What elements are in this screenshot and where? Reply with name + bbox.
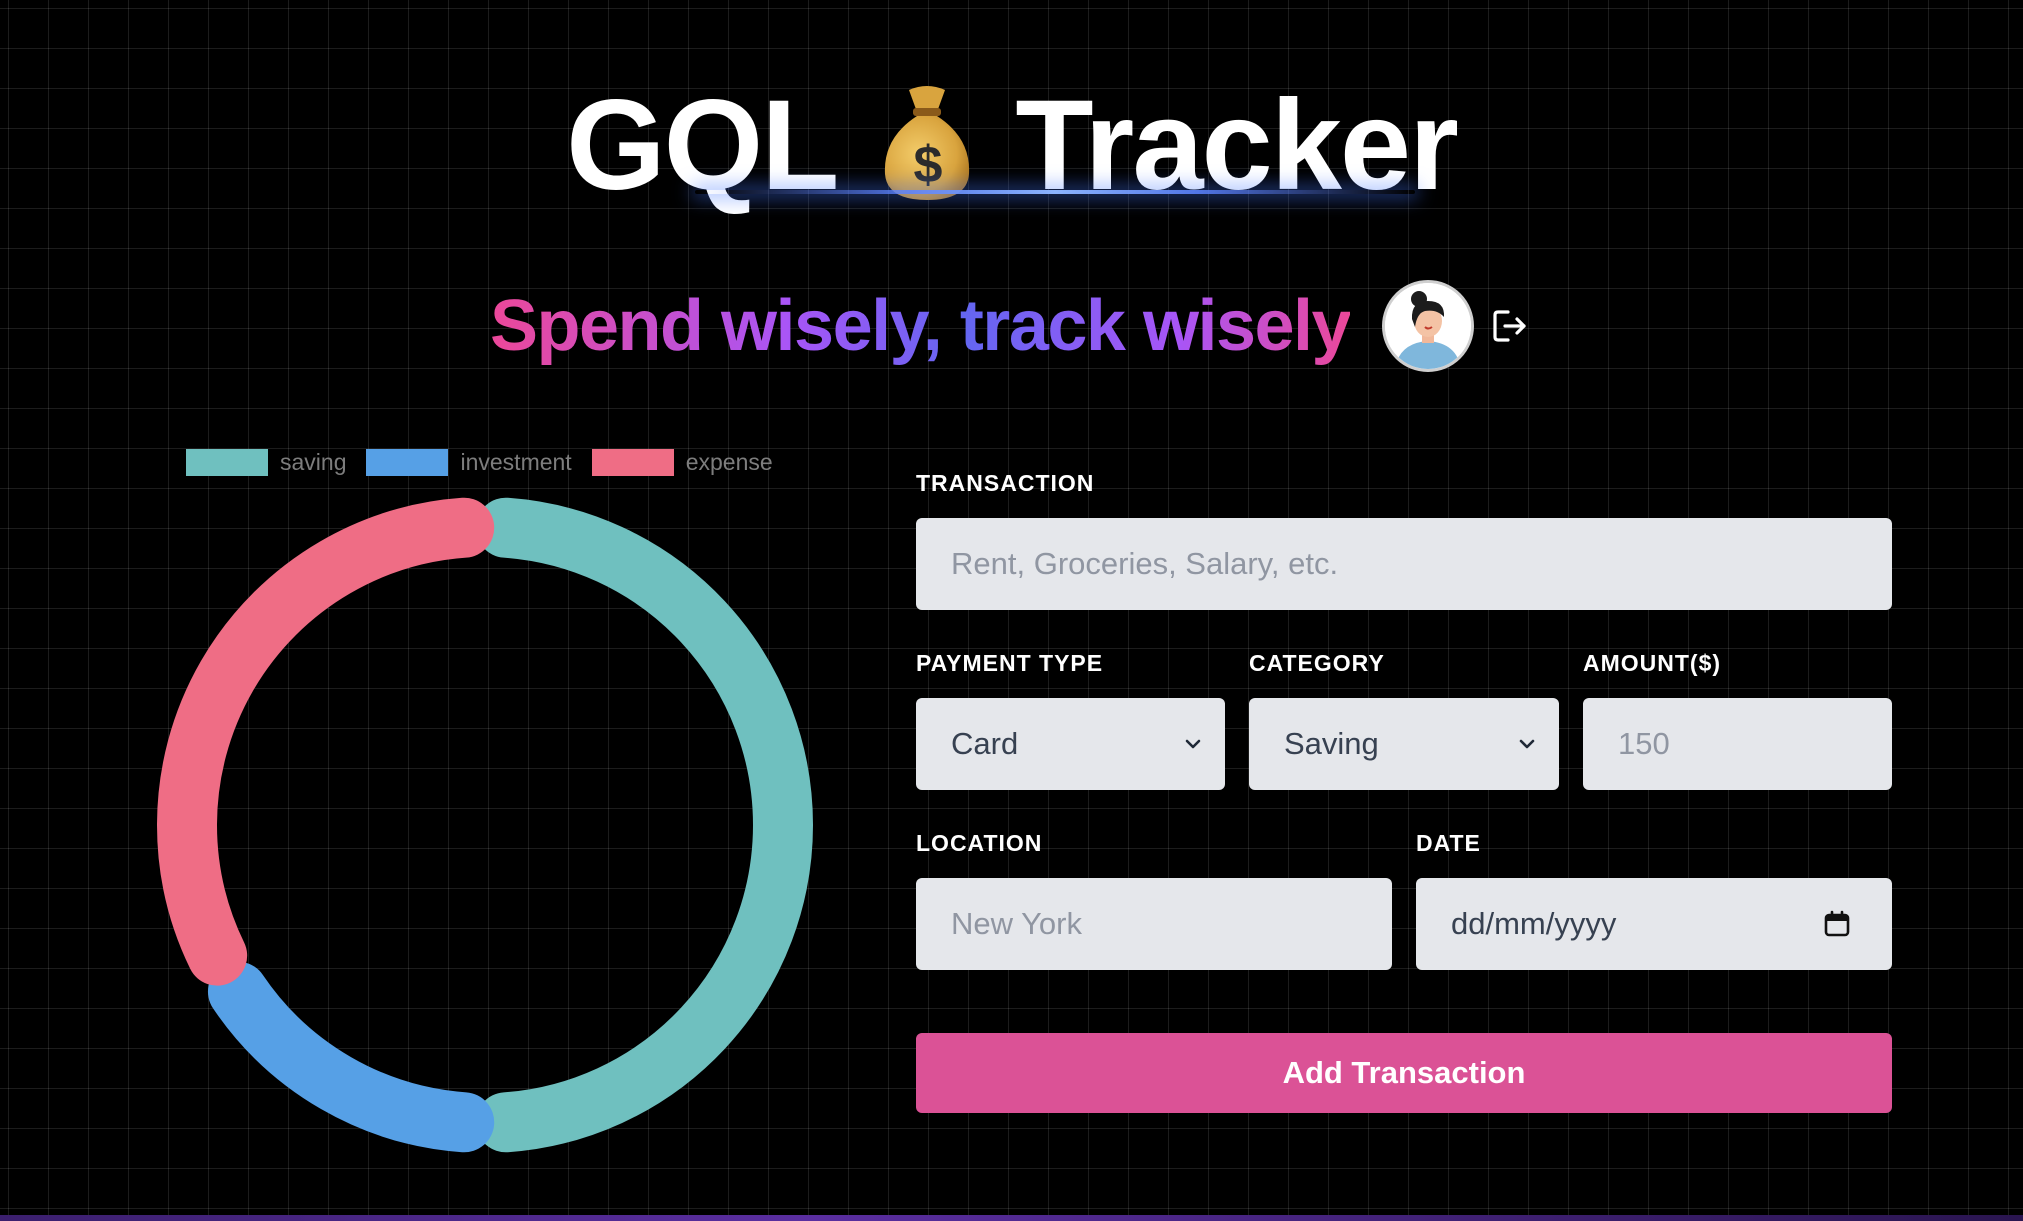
location-input[interactable]: New York bbox=[916, 878, 1392, 970]
legend-item-saving[interactable]: saving bbox=[186, 449, 346, 476]
legend-item-expense[interactable]: expense bbox=[591, 449, 773, 476]
avatar-icon bbox=[1385, 283, 1472, 369]
subtitle: Spend wisely, track wisely bbox=[490, 286, 1352, 366]
category-select[interactable]: Saving bbox=[1249, 698, 1559, 790]
money-bag-icon: $ bbox=[885, 86, 970, 201]
svg-text:$: $ bbox=[914, 136, 943, 194]
transaction-label: TRANSACTION bbox=[916, 470, 1095, 496]
donut-segment-expense[interactable] bbox=[157, 497, 495, 986]
date-input[interactable]: dd/mm/yyyy bbox=[1416, 878, 1892, 970]
legend-label-investment: investment bbox=[460, 449, 572, 475]
legend-swatch-saving bbox=[186, 449, 268, 476]
user-avatar[interactable] bbox=[1382, 280, 1475, 372]
donut-segment-saving[interactable] bbox=[475, 497, 813, 1153]
payment-type-label: PAYMENT TYPE bbox=[916, 650, 1104, 676]
legend-swatch-expense bbox=[591, 449, 674, 476]
chart-legend: saving investment expense bbox=[186, 449, 773, 476]
bottom-glow bbox=[0, 1215, 2023, 1221]
title-left: GQL bbox=[566, 74, 839, 218]
app-title: GQL $ Tracker bbox=[0, 62, 2023, 221]
location-placeholder: New York bbox=[951, 906, 1082, 941]
transaction-placeholder: Rent, Groceries, Salary, etc. bbox=[951, 546, 1339, 581]
title-right: Tracker bbox=[1015, 74, 1458, 218]
donut-segment-investment[interactable] bbox=[207, 961, 495, 1153]
doughnut-chart bbox=[157, 497, 813, 1153]
location-label: LOCATION bbox=[916, 830, 1043, 856]
legend-label-saving: saving bbox=[280, 449, 347, 475]
chevron-down-icon bbox=[1519, 739, 1535, 749]
amount-label: AMOUNT($) bbox=[1583, 650, 1722, 676]
legend-label-expense: expense bbox=[685, 449, 773, 475]
transaction-input[interactable]: Rent, Groceries, Salary, etc. bbox=[916, 518, 1892, 610]
legend-item-investment[interactable]: investment bbox=[366, 449, 572, 476]
amount-input[interactable]: 150 bbox=[1583, 698, 1892, 790]
payment-type-select[interactable]: Card bbox=[916, 698, 1225, 790]
category-label: CATEGORY bbox=[1249, 650, 1385, 676]
date-label: DATE bbox=[1416, 830, 1481, 856]
date-placeholder: dd/mm/yyyy bbox=[1451, 906, 1617, 941]
chevron-down-icon bbox=[1185, 739, 1201, 749]
legend-swatch-investment bbox=[366, 449, 449, 476]
add-transaction-button[interactable]: Add Transaction bbox=[916, 1033, 1892, 1113]
calendar-icon[interactable] bbox=[1822, 909, 1852, 939]
payment-type-value: Card bbox=[951, 726, 1019, 761]
category-value: Saving bbox=[1284, 726, 1379, 761]
subtitle-row: Spend wisely, track wisely bbox=[490, 276, 1530, 376]
logout-icon[interactable] bbox=[1490, 306, 1530, 346]
amount-placeholder: 150 bbox=[1618, 726, 1670, 761]
title-underline bbox=[695, 190, 1415, 194]
